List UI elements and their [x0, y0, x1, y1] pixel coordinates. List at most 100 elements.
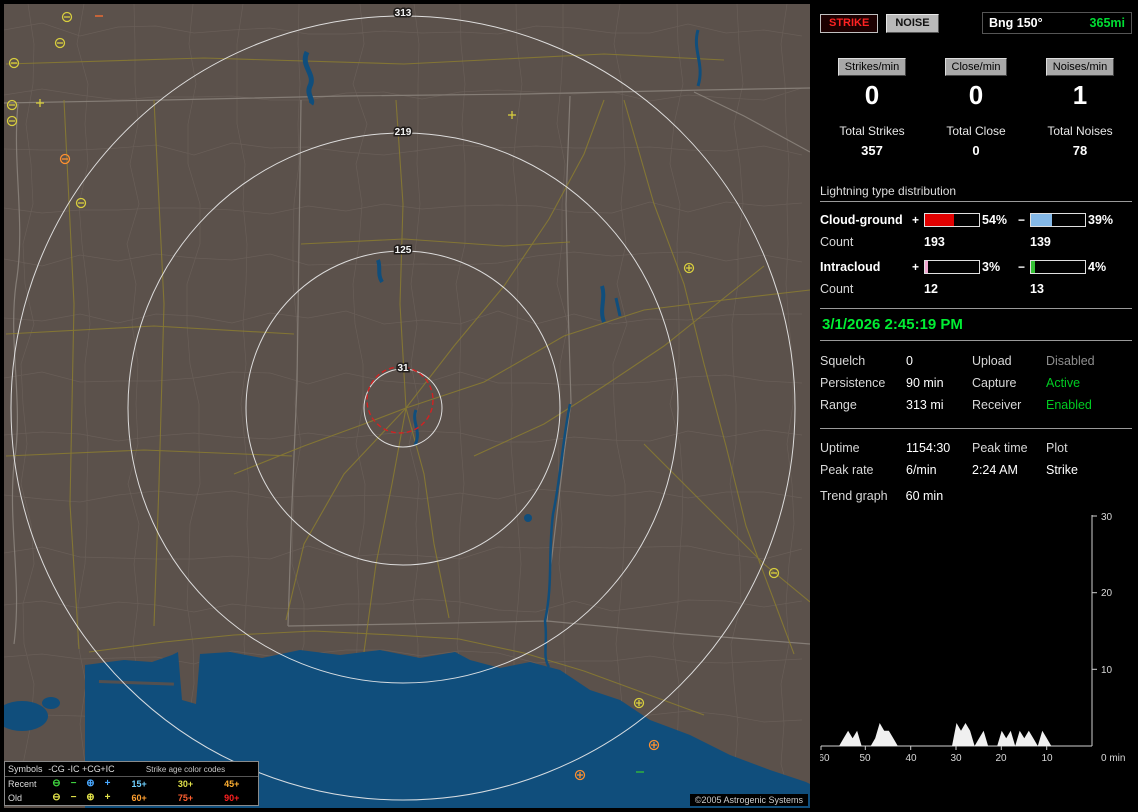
strike-legend: Symbols -CG -IC +CG +IC Strike age color…	[4, 761, 259, 806]
intracloud-count-row: Count 12 13	[820, 282, 1132, 296]
x-tick-40: 40	[905, 753, 917, 764]
trend-graph-window: 60 min	[905, 489, 944, 503]
legend-title: Symbols	[8, 764, 43, 774]
cloud-ground-row: Cloud-ground + 54% − 39%	[820, 212, 1132, 228]
legend-col-header: +IC	[100, 764, 115, 774]
x-tick-20: 20	[995, 753, 1007, 764]
control-panel: STRIKE NOISE Bng 150° 365mi Strikes/min …	[812, 0, 1138, 812]
cg-positive-count: 193	[924, 235, 945, 249]
positive-sign: +	[912, 260, 920, 274]
legend-age-code: 15+	[131, 779, 147, 789]
distribution-title: Lightning type distribution	[820, 184, 1132, 202]
ic-positive-bar	[924, 260, 980, 274]
legend-symbol: +	[104, 792, 111, 803]
current-datetime: 3/1/2026 2:45:19 PM	[820, 308, 1132, 341]
negative-sign: −	[1018, 213, 1026, 227]
uptime-value: 1154:30	[906, 441, 951, 455]
legend-age-code: 45+	[224, 779, 240, 789]
legend-age-codes: 15+ 30+ 45+	[116, 779, 255, 789]
uptime-label: Uptime	[820, 441, 860, 455]
ic-positive-count: 12	[924, 282, 938, 296]
legend-old-row: Old ⊖ − ⊕ + 60+ 75+ 90+	[5, 791, 258, 805]
total-close-value: 0	[972, 143, 980, 158]
negative-sign: −	[1018, 260, 1026, 274]
legend-symbol: −	[70, 778, 77, 789]
range-label: Range	[820, 398, 857, 412]
ring-label: 31	[397, 363, 409, 374]
noises-per-min-value: 1	[1072, 80, 1088, 110]
x-end-label: 0 min	[1101, 753, 1125, 764]
ic-negative-count: 13	[1030, 282, 1044, 296]
strikes-per-min-label: Strikes/min	[837, 58, 907, 76]
x-tick-50: 50	[859, 753, 871, 764]
cg-negative-percent: 39%	[1088, 213, 1114, 227]
cg-negative-bar	[1030, 213, 1086, 227]
legend-age-code: 90+	[224, 793, 240, 803]
close-per-min-value: 0	[968, 80, 984, 110]
total-noises-value: 78	[1072, 143, 1088, 158]
strike-mode-button[interactable]: STRIKE	[820, 13, 879, 33]
cg-negative-count: 139	[1030, 235, 1051, 249]
legend-symbol: ⊖	[52, 792, 61, 803]
count-label: Count	[820, 282, 854, 296]
x-tick-30: 30	[950, 753, 962, 764]
copyright-notice: ©2005 Astrogenic Systems	[689, 794, 808, 806]
squelch-value: 0	[906, 354, 913, 368]
receiver-status: Enabled	[1046, 398, 1092, 412]
squelch-label: Squelch	[820, 354, 866, 368]
map-canvas[interactable]: 313 219 125 31	[4, 4, 810, 808]
noise-mode-button[interactable]: NOISE	[886, 13, 939, 33]
receiver-label: Receiver	[972, 398, 1022, 412]
noises-per-min-label: Noises/min	[1045, 58, 1115, 76]
ic-negative-bar	[1030, 260, 1086, 274]
legend-symbols: ⊖ − ⊕ +	[48, 778, 116, 790]
strikes-per-min-column: Strikes/min 0 Total Strikes 357	[820, 58, 924, 158]
legend-symbol: ⊕	[86, 778, 95, 789]
trend-graph-header: Trend graph 60 min	[820, 489, 1132, 503]
upload-label: Upload	[972, 354, 1012, 368]
close-per-min-column: Close/min 0 Total Close 0	[924, 58, 1028, 158]
peak-time-value: 2:24 AM	[972, 463, 1018, 477]
mode-toolbar: STRIKE NOISE Bng 150° 365mi	[820, 12, 1132, 34]
legend-col-header: -CG	[48, 764, 65, 774]
bearing-readout: Bng 150° 365mi	[982, 12, 1132, 34]
plot-label: Plot	[1046, 441, 1068, 455]
legend-header-row: Symbols -CG -IC +CG +IC Strike age color…	[5, 762, 258, 777]
noises-per-min-column: Noises/min 1 Total Noises 78	[1028, 58, 1132, 158]
cloud-ground-count-row: Count 193 139	[820, 235, 1132, 249]
plot-value: Strike	[1046, 463, 1078, 477]
legend-symbols: ⊖ − ⊕ +	[48, 792, 116, 804]
map: 313 219 125 31 Symbols -CG -IC +CG +IC S…	[4, 4, 810, 808]
positive-sign: +	[912, 213, 920, 227]
total-strikes-label: Total Strikes	[839, 124, 905, 138]
legend-age-code: 30+	[177, 779, 194, 789]
legend-age-code: 60+	[131, 793, 147, 803]
legend-col-header: +CG	[82, 764, 101, 774]
close-per-min-label: Close/min	[944, 58, 1008, 76]
upload-status: Disabled	[1046, 354, 1095, 368]
legend-symbol: ⊖	[52, 778, 61, 789]
ring-label: 219	[395, 127, 412, 138]
ic-positive-percent: 3%	[982, 260, 1001, 274]
legend-age-title: Strike age color codes	[145, 764, 226, 774]
y-tick-20: 20	[1101, 588, 1113, 599]
settings-readout: Squelch 0 Upload Disabled Persistence 90…	[820, 354, 1132, 412]
intracloud-row: Intracloud + 3% − 4%	[820, 259, 1132, 275]
legend-symbol: ⊕	[86, 792, 95, 803]
legend-col-header: -IC	[67, 764, 80, 774]
bearing-range: 365mi	[1089, 16, 1125, 30]
stats-readout: Uptime 1154:30 Peak time Plot Peak rate …	[820, 428, 1132, 477]
legend-symbol: −	[70, 792, 77, 803]
trend-graph-label: Trend graph	[820, 489, 888, 503]
trend-series	[821, 723, 1092, 746]
y-tick-30: 30	[1101, 512, 1113, 523]
legend-age-code: 75+	[177, 793, 194, 803]
persistence-value: 90 min	[906, 376, 944, 390]
x-tick-60: 60	[820, 753, 830, 764]
x-tick-10: 10	[1041, 753, 1053, 764]
trend-graph-chart: 30 20 10 60 50 40 30 20 10 0 min	[820, 512, 1125, 764]
cg-positive-percent: 54%	[982, 213, 1008, 227]
capture-label: Capture	[972, 376, 1017, 390]
ring-label: 125	[395, 245, 412, 256]
persistence-label: Persistence	[820, 376, 886, 390]
